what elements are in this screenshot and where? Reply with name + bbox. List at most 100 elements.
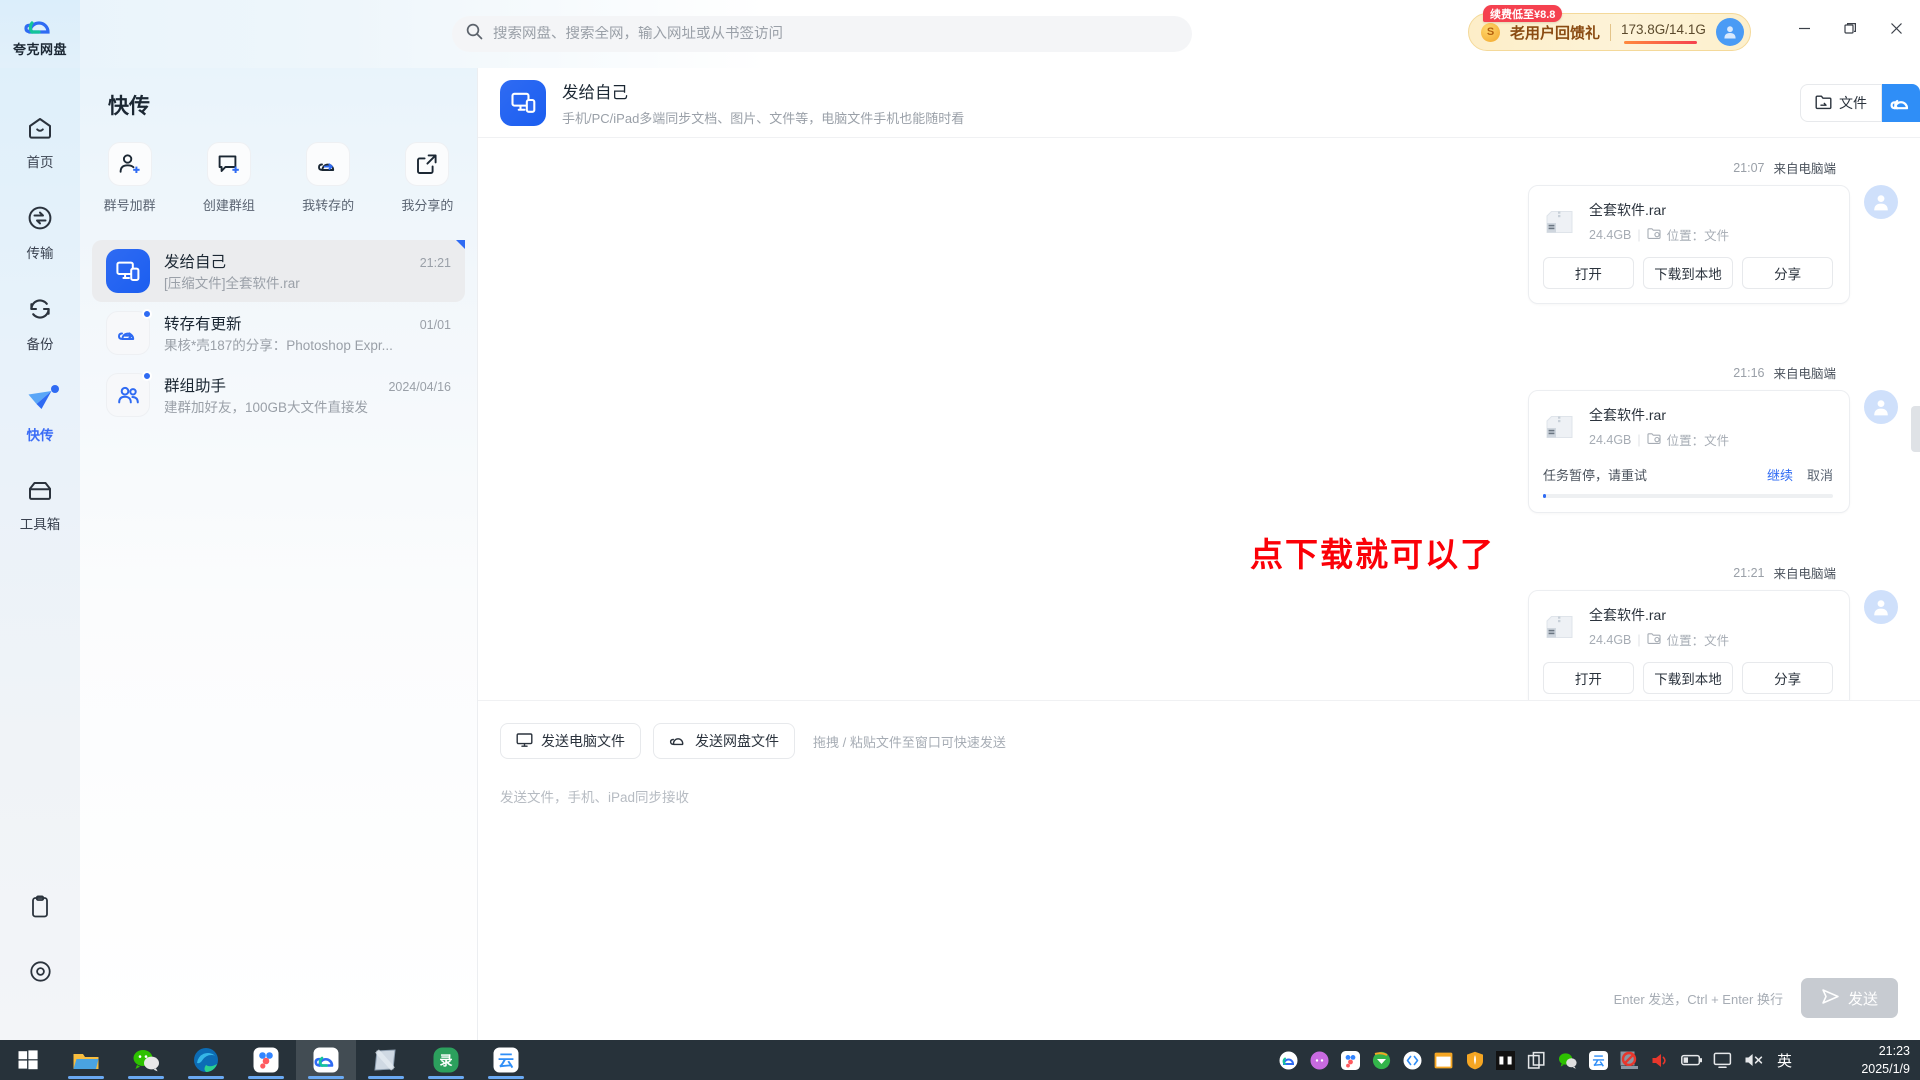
download-button[interactable]: 下载到本地 [1642,257,1734,289]
baidu-tray-icon[interactable] [1340,1049,1362,1071]
search-bar[interactable] [452,16,1192,52]
wechat-tray-icon[interactable] [1557,1049,1579,1071]
send-pc-file-button[interactable]: 发送电脑文件 [500,723,641,759]
message-row: 全套软件.rar 24.4GB | [1528,590,1898,700]
list-item-body: 发给自己 21:21 [压缩文件]全套软件.rar [164,250,451,293]
cancel-link[interactable]: 取消 [1807,465,1833,484]
maximize-button[interactable] [1830,12,1870,44]
taskbar-wps-cloud-icon[interactable]: 云 [476,1040,536,1080]
volume-red-icon[interactable] [1650,1049,1672,1071]
conversation-preview: 果核*壳187的分享：Photoshop Expr... [164,337,393,353]
idm-icon[interactable] [1371,1049,1393,1071]
conversation-name: 发给自己 [164,253,227,271]
file-size: 24.4GB [1589,227,1632,242]
list-item-body: 群组助手 2024/04/16 建群加好友，100GB大文件直接发 [164,374,451,417]
taskbar-quark-netdisk-icon[interactable] [296,1040,356,1080]
share-button[interactable]: 分享 [1742,257,1834,289]
file-size: 24.4GB [1589,632,1632,647]
scrollbar-handle[interactable] [1911,406,1920,452]
transfer-icon [27,205,53,236]
ime-indicator[interactable]: 英 [1777,1050,1792,1071]
folder-arrow-icon [1815,94,1832,113]
sidebar-item-backup[interactable]: 备份 [8,296,72,353]
sidebar-item-home[interactable]: 首页 [8,116,72,171]
mute-icon[interactable] [1743,1049,1765,1071]
list-item[interactable]: 发给自己 21:21 [压缩文件]全套软件.rar [92,240,465,302]
quick-action-label: 我分享的 [401,198,454,213]
taskbar-wechat-icon[interactable] [116,1040,176,1080]
primary-navigation-rail: 首页 传输 备份 快传 工具箱 [0,68,80,1040]
quick-action-my-shared[interactable]: 我分享的 [390,142,464,214]
cloud-icon [669,732,687,751]
keyboard-hint: Enter 发送，Ctrl + Enter 换行 [1613,991,1783,1007]
taskbar-clock[interactable]: 21:23 2025/1/9 [1861,1042,1910,1078]
message-row: 全套软件.rar 24.4GB | [1528,185,1898,304]
rar-archive-icon [1543,207,1577,237]
unread-badge [142,371,152,381]
taskbar-notepad-icon[interactable] [356,1040,416,1080]
conversation-name: 转存有更新 [164,315,242,333]
file-location: 位置：文件 [1666,634,1730,648]
system-tray: 云 英 [1278,1049,1792,1071]
dark-app-icon[interactable] [1495,1049,1517,1071]
files-button[interactable]: 文件 [1800,84,1882,122]
monitor-icon [516,732,533,751]
cat-app-icon[interactable] [1309,1049,1331,1071]
taskbar-baidu-netdisk-icon[interactable] [236,1040,296,1080]
download-button[interactable]: 下载到本地 [1642,662,1734,694]
window-app-icon[interactable] [1433,1049,1455,1071]
promo-label: 老用户回馈礼 [1510,24,1601,42]
sidebar-item-transfer[interactable]: 传输 [8,205,72,262]
list-item[interactable]: 转存有更新 01/01 果核*壳187的分享：Photoshop Expr... [92,302,465,364]
quick-action-my-saved[interactable]: 我转存的 [291,142,365,214]
vscode-icon[interactable] [1402,1049,1424,1071]
windows-taskbar: 录 云 云 英 21:23 2025/1/9 [0,1040,1920,1080]
list-item-body: 转存有更新 01/01 果核*壳187的分享：Photoshop Expr... [164,312,451,355]
message-list: 21:07 来自电脑端 全套软件.rar 24.4GB | 位置：文件 打开 下… [478,138,1920,700]
share-button[interactable]: 分享 [1742,662,1834,694]
block-icon[interactable] [1619,1049,1641,1071]
quark-tray-icon[interactable] [1278,1049,1300,1071]
clipboard-icon[interactable] [29,895,51,924]
home-icon [27,116,53,145]
message-item: 21:21 来自电脑端 全套软件.rar 24.4GB | 位置：文件 打开 下… [1528,563,1898,700]
search-input[interactable] [493,26,1178,42]
avatar[interactable] [1715,18,1744,46]
saved-cloud-icon [106,309,152,355]
firewall-shield-icon[interactable] [1464,1049,1486,1071]
display-icon[interactable] [1712,1049,1734,1071]
send-cloud-file-button[interactable]: 发送网盘文件 [653,723,795,759]
promo-banner[interactable]: 续费低至¥8.8 S 老用户回馈礼 173.8G/14.1G [1468,5,1751,51]
battery-icon[interactable] [1681,1049,1703,1071]
taskbar-recorder-icon[interactable]: 录 [416,1040,476,1080]
open-button[interactable]: 打开 [1543,662,1634,694]
conversation-name: 群组助手 [164,377,227,395]
resume-link[interactable]: 继续 [1767,465,1793,484]
rar-archive-icon [1543,612,1577,642]
settings-gear-icon[interactable] [29,960,52,988]
sidebar-item-toolbox[interactable]: 工具箱 [8,478,72,533]
taskbar-file-explorer-icon[interactable] [56,1040,116,1080]
send-button[interactable]: 发送 [1800,978,1898,1018]
open-button[interactable]: 打开 [1543,257,1634,289]
list-item[interactable]: 群组助手 2024/04/16 建群加好友，100GB大文件直接发 [92,364,465,426]
devices-sync-icon [106,249,150,293]
taskbar-edge-browser-icon[interactable] [176,1040,236,1080]
chat-header: 发给自己 手机/PC/iPad多端同步文档、图片、文件等，电脑文件手机也能随时看… [478,68,1920,138]
quick-action-create-group[interactable]: 创建群组 [192,142,266,214]
folder-location-icon [1647,432,1661,448]
close-button[interactable] [1876,12,1916,44]
sidebar-item-fastsend[interactable]: 快传 [8,385,72,444]
file-card: 全套软件.rar 24.4GB | [1528,590,1850,700]
sidebar-item-label: 快传 [26,428,54,443]
message-input[interactable]: 发送文件，手机、iPad同步接收 [478,759,1920,806]
windows-start-icon[interactable] [0,1040,56,1080]
quark-cloud-icon[interactable] [1882,84,1920,122]
file-meta: 24.4GB | 位置：文件 [1589,225,1729,244]
quick-action-label: 我转存的 [302,198,355,213]
quick-action-join-group[interactable]: 群号加群 [93,142,167,214]
wps-tray-icon[interactable]: 云 [1588,1049,1610,1071]
minimize-button[interactable] [1784,12,1824,44]
chat-title: 发给自己 [562,83,628,102]
copy-icon[interactable] [1526,1049,1548,1071]
